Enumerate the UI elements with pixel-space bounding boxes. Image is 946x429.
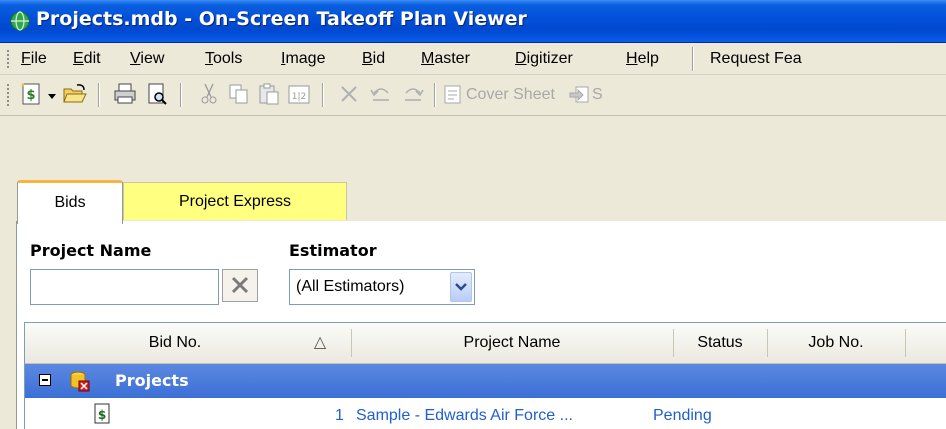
toolbar-separator	[322, 83, 324, 107]
paste-icon[interactable]	[256, 81, 282, 107]
row-project-name-link[interactable]: Sample - Edwards Air Force ...	[356, 399, 573, 429]
minus-icon	[42, 379, 48, 381]
column-separator[interactable]	[905, 329, 906, 357]
application-window: Projects.mdb - On-Screen Takeoff Plan Vi…	[0, 0, 946, 429]
cover-sheet-icon[interactable]	[442, 81, 464, 107]
clear-filter-button[interactable]	[222, 269, 258, 302]
menu-tools[interactable]: Tools	[205, 43, 242, 74]
menu-bid[interactable]: Bid	[362, 43, 385, 74]
svg-text:$: $	[26, 88, 35, 103]
send-button[interactable]: S	[592, 75, 603, 115]
menu-master[interactable]: Master	[421, 43, 470, 74]
toolbar: $ 1|2 Cover Sheet S	[0, 75, 946, 116]
group-row-projects[interactable]: Projects	[25, 364, 946, 398]
column-header-project-name[interactable]: Project Name	[352, 323, 672, 363]
svg-text:$: $	[98, 408, 106, 422]
sort-ascending-icon[interactable]: △	[305, 323, 335, 363]
tab-project-express-label: Project Express	[178, 193, 292, 210]
undo-icon[interactable]	[368, 81, 394, 107]
menu-file[interactable]: File	[21, 43, 47, 74]
toolbar-separator	[434, 83, 436, 107]
table-row[interactable]: $ 1 Sample - Edwards Air Force ... Pendi…	[25, 399, 946, 429]
tab-bids-label: Bids	[54, 194, 86, 211]
svg-text:1|2: 1|2	[292, 92, 306, 102]
bid-document-icon: $	[94, 403, 110, 424]
column-header-status[interactable]: Status	[674, 323, 766, 363]
toolbar-separator	[180, 83, 182, 107]
grid-header: Bid No. △ Project Name Status Job No.	[25, 323, 946, 364]
menu-separator	[692, 47, 694, 71]
clear-icon	[231, 276, 249, 294]
menu-view[interactable]: View	[130, 43, 164, 74]
send-icon[interactable]	[568, 81, 592, 107]
project-name-input[interactable]	[30, 269, 219, 305]
print-icon[interactable]	[112, 81, 138, 107]
menu-edit[interactable]: Edit	[73, 43, 101, 74]
new-bid-icon[interactable]: $	[18, 81, 44, 107]
redo-icon[interactable]	[400, 81, 426, 107]
collapse-toggle[interactable]	[39, 374, 51, 386]
menu-image[interactable]: Image	[281, 43, 325, 74]
toolbar-separator	[98, 83, 100, 107]
delete-icon[interactable]	[336, 81, 362, 107]
window-title: Projects.mdb - On-Screen Takeoff Plan Vi…	[36, 8, 527, 30]
tab-bids[interactable]: Bids	[17, 180, 123, 224]
column-header-bid-no[interactable]: Bid No.	[65, 323, 285, 363]
menu-bar: File Edit View Tools Image Bid Master Di…	[0, 43, 946, 75]
menu-digitizer[interactable]: Digitizer	[515, 43, 573, 74]
menu-request-feature[interactable]: Request Fea	[710, 43, 802, 74]
cut-icon[interactable]	[196, 81, 222, 107]
column-header-job-no[interactable]: Job No.	[768, 323, 904, 363]
projects-database-icon	[70, 371, 90, 392]
paste-special-icon[interactable]: 1|2	[286, 81, 312, 107]
cover-sheet-button[interactable]: Cover Sheet	[466, 75, 555, 115]
estimator-value: (All Estimators)	[296, 278, 405, 295]
row-number[interactable]: 1	[335, 399, 344, 429]
estimator-dropdown-button[interactable]	[450, 272, 472, 302]
estimator-label: Estimator	[289, 241, 377, 260]
menu-help[interactable]: Help	[626, 43, 659, 74]
globe-icon	[10, 11, 30, 31]
menu-grip[interactable]	[6, 49, 10, 69]
open-folder-icon[interactable]	[62, 81, 88, 107]
copy-icon[interactable]	[226, 81, 252, 107]
bids-grid: Bid No. △ Project Name Status Job No. Pr…	[24, 322, 946, 429]
row-status[interactable]: Pending	[653, 399, 712, 429]
estimator-select[interactable]: (All Estimators)	[289, 269, 475, 305]
chevron-down-icon	[455, 283, 467, 291]
toolbar-grip[interactable]	[6, 83, 10, 107]
print-preview-icon[interactable]	[144, 81, 170, 107]
title-bar[interactable]: Projects.mdb - On-Screen Takeoff Plan Vi…	[0, 0, 946, 43]
tab-project-express[interactable]: Project Express	[123, 182, 347, 220]
group-label: Projects	[115, 371, 189, 390]
dropdown-arrow-icon[interactable]	[44, 81, 60, 107]
project-name-label: Project Name	[30, 241, 152, 260]
